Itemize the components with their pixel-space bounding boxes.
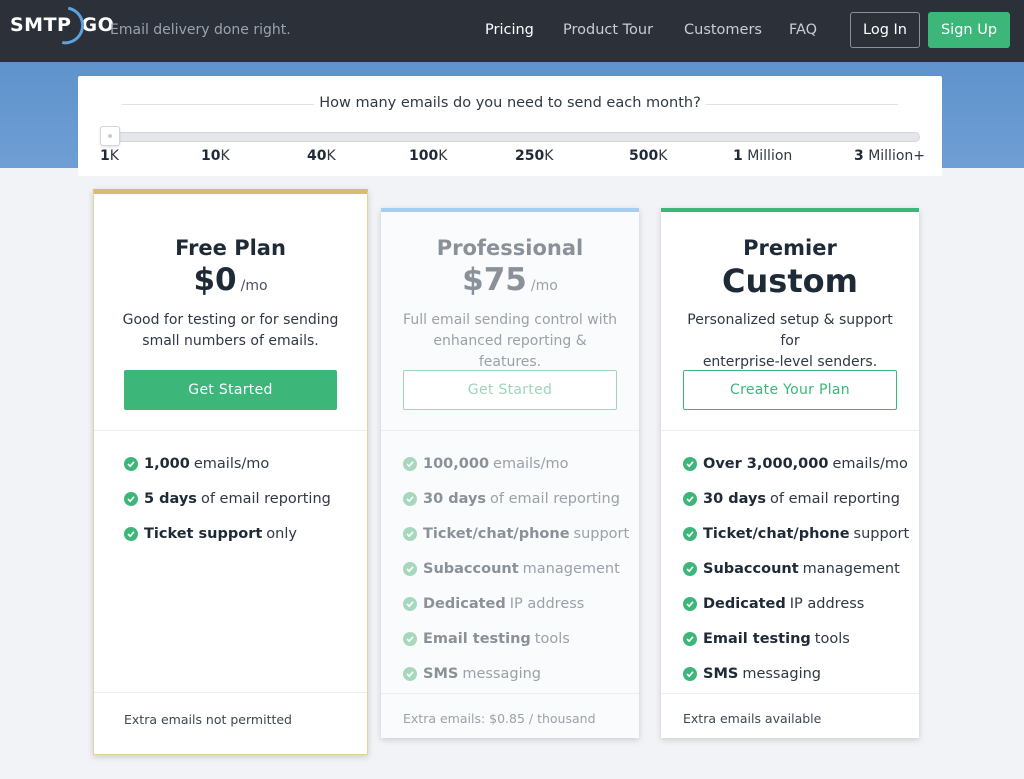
slider-tick[interactable]: 40K [307,148,336,164]
plan-description-line: Personalized setup & support for [687,312,893,349]
check-icon [683,492,697,506]
slider-question: How many emails do you need to send each… [319,95,701,111]
top-nav: SMTP GO Email delivery done right. Pricin… [0,0,1024,62]
card-divider [381,430,639,431]
card-divider [661,430,919,431]
logo-2-mark-icon [61,6,88,48]
plan-description-line: enhanced reporting & features. [433,333,587,370]
price-amount: $0 [193,262,237,298]
feature-item: 30 days of email reporting [683,491,900,507]
nav-link-pricing[interactable]: Pricing [485,22,534,38]
feature-item: Ticket/chat/phone support [403,526,629,542]
plan-title: Premier [743,236,837,260]
plan-price: $75/mo [381,262,639,298]
plan-card-professional: Professional $75/mo Full email sending c… [381,208,639,738]
check-icon [683,562,697,576]
feature-item: Over 3,000,000 emails/mo [683,456,908,472]
check-icon [403,632,417,646]
check-icon [403,527,417,541]
nav-link-product-tour[interactable]: Product Tour [563,22,653,38]
slider-tick[interactable]: 100K [409,148,447,164]
plan-footer-note: Extra emails available [683,711,822,726]
check-icon [683,527,697,541]
slider-tick[interactable]: 500K [629,148,667,164]
feature-item: SMS messaging [683,666,821,682]
plan-card-premier: Premier Custom Personalized setup & supp… [661,208,919,738]
card-divider [94,692,367,693]
feature-item: 100,000 emails/mo [403,456,568,472]
feature-item: Subaccount management [403,561,620,577]
slider-tick[interactable]: 3 Million+ [854,148,925,164]
plan-description-line: Good for testing or for sending [122,312,339,328]
plan-price: $0/mo [94,262,367,298]
feature-item: 30 days of email reporting [403,491,620,507]
feature-item: Dedicated IP address [403,596,584,612]
slider-handle[interactable] [100,126,120,146]
feature-item: 5 days of email reporting [124,491,331,507]
check-icon [403,562,417,576]
slider-tick[interactable]: 1K [100,148,119,164]
check-icon [124,492,138,506]
check-icon [124,527,138,541]
feature-item: Email testing tools [403,631,570,647]
price-unit: /mo [240,278,268,294]
check-icon [683,597,697,611]
check-icon [403,492,417,506]
create-your-plan-button[interactable]: Create Your Plan [683,370,897,410]
logo[interactable]: SMTP GO [10,6,115,48]
plan-title: Professional [436,236,584,260]
feature-item: Subaccount management [683,561,900,577]
get-started-button[interactable]: Get Started [403,370,617,410]
plan-price: Custom [661,262,919,300]
price-amount: $75 [462,262,527,298]
card-divider [381,693,639,694]
plan-card-free: Free Plan $0/mo Good for testing or for … [93,189,368,755]
price-amount: Custom [722,262,858,300]
check-icon [403,667,417,681]
feature-item: Ticket support only [124,526,297,542]
nav-link-faq[interactable]: FAQ [789,22,817,38]
feature-item: Ticket/chat/phone support [683,526,909,542]
slider-track[interactable] [100,132,920,142]
slider-tick[interactable]: 1 Million [733,148,792,164]
feature-item: Email testing tools [683,631,850,647]
check-icon [124,457,138,471]
plan-description-line: small numbers of emails. [142,333,319,349]
card-divider [661,693,919,694]
plan-description: Personalized setup & support for enterpr… [681,310,899,373]
plan-description-line: Full email sending control with [403,312,617,328]
plan-footer-note: Extra emails not permitted [124,712,292,727]
volume-slider-panel: How many emails do you need to send each… [78,76,942,176]
plan-description: Full email sending control with enhanced… [401,310,619,373]
signup-button[interactable]: Sign Up [928,12,1010,48]
nav-link-customers[interactable]: Customers [684,22,762,38]
check-icon [403,457,417,471]
check-icon [683,667,697,681]
slider-tick[interactable]: 250K [515,148,553,164]
login-button[interactable]: Log In [850,12,920,48]
check-icon [683,457,697,471]
plan-description: Good for testing or for sending small nu… [114,310,347,352]
slider-tick[interactable]: 10K [201,148,230,164]
plan-footer-note: Extra emails: $0.85 / thousand [403,711,596,726]
tagline: Email delivery done right. [110,22,291,38]
check-icon [403,597,417,611]
check-icon [683,632,697,646]
get-started-button[interactable]: Get Started [124,370,337,410]
feature-item: Dedicated IP address [683,596,864,612]
feature-item: 1,000 emails/mo [124,456,269,472]
price-unit: /mo [530,278,558,294]
logo-text: SMTP GO [10,14,115,36]
plan-title: Free Plan [175,236,286,260]
card-divider [94,430,367,431]
feature-item: SMS messaging [403,666,541,682]
